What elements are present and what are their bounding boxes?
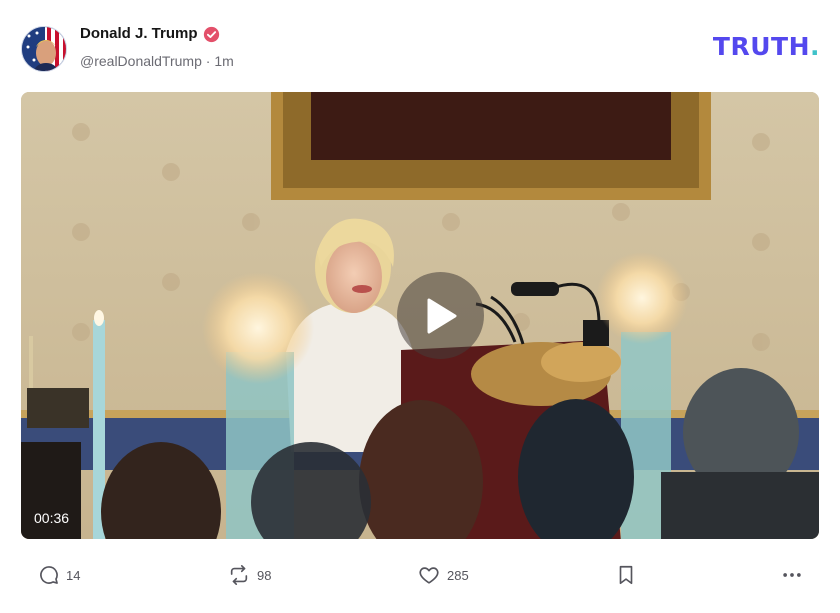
post-header: Donald J. Trump @realDonaldTrump · 1m TR… bbox=[0, 0, 840, 90]
logo-dot: . bbox=[810, 32, 820, 61]
like-count: 285 bbox=[447, 567, 469, 583]
bookmark-icon bbox=[619, 565, 633, 585]
like-button[interactable]: 285 bbox=[417, 563, 469, 587]
meta-separator: · bbox=[201, 53, 215, 69]
video-player[interactable]: 00:36 bbox=[21, 92, 819, 539]
bookmark-button[interactable] bbox=[616, 563, 636, 587]
retruth-icon bbox=[230, 565, 248, 585]
author-avatar[interactable] bbox=[21, 26, 67, 72]
truth-logo[interactable]: TRUTH. bbox=[713, 32, 820, 61]
reply-count: 14 bbox=[66, 567, 81, 583]
more-options-button[interactable] bbox=[780, 563, 804, 587]
author-name[interactable]: Donald J. Trump bbox=[80, 25, 198, 42]
retruth-count: 98 bbox=[257, 567, 272, 583]
post-time[interactable]: 1m bbox=[214, 53, 233, 69]
author-handle-line: @realDonaldTrump · 1m bbox=[80, 53, 234, 69]
post-actions: 14 98 285 bbox=[0, 555, 840, 595]
heart-icon bbox=[419, 567, 439, 584]
video-duration: 00:36 bbox=[34, 510, 70, 526]
comment-icon bbox=[40, 566, 58, 584]
reply-button[interactable]: 14 bbox=[38, 563, 80, 587]
author-handle[interactable]: @realDonaldTrump bbox=[80, 53, 202, 69]
logo-text: TRUTH bbox=[712, 32, 810, 61]
more-icon bbox=[783, 573, 801, 577]
verified-badge-icon bbox=[203, 26, 220, 43]
retruth-button[interactable]: 98 bbox=[227, 563, 271, 587]
play-icon bbox=[427, 298, 456, 333]
play-button[interactable] bbox=[397, 272, 484, 359]
